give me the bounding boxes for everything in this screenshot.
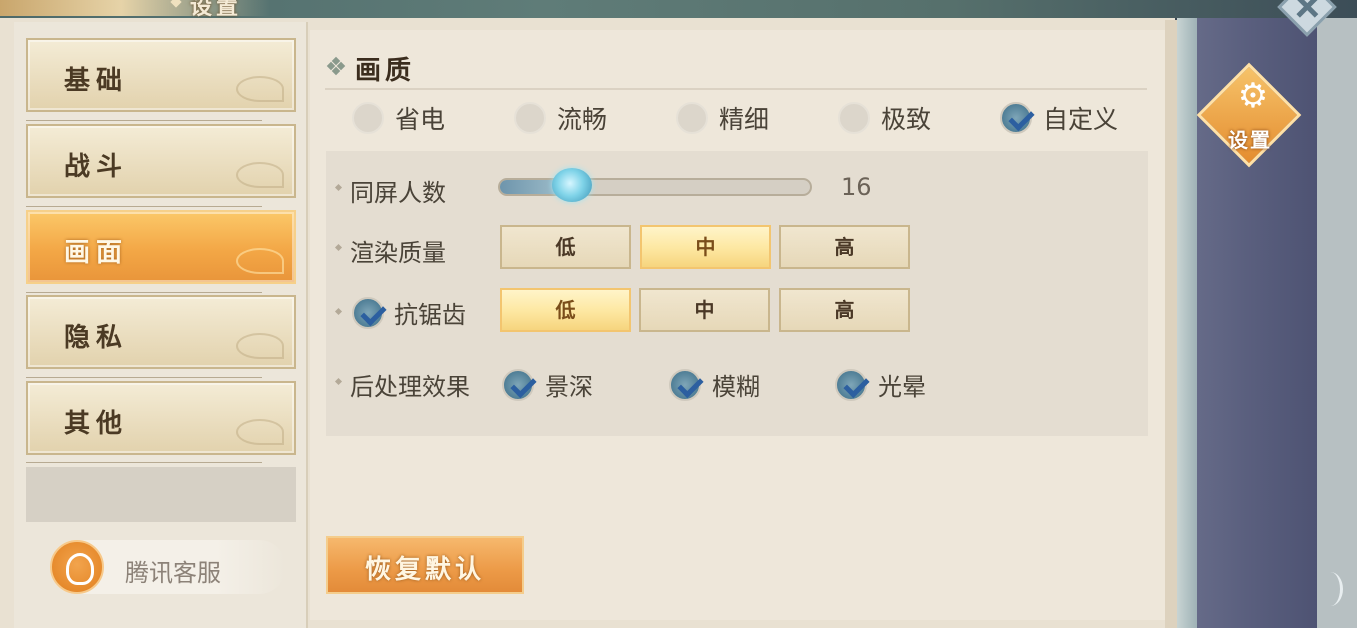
checkmark-icon	[360, 299, 387, 327]
sidebar-item-other[interactable]: 其他	[26, 381, 296, 455]
preset-label: 精细	[719, 105, 770, 134]
divider	[26, 377, 262, 378]
divider	[26, 462, 262, 463]
empty-slot	[26, 467, 296, 522]
depth-of-field-label: 景深	[545, 373, 593, 401]
content-border	[1165, 20, 1177, 628]
preset-label: 自定义	[1043, 105, 1119, 134]
cloud-swirl-icon	[236, 76, 284, 102]
antialias-medium[interactable]: 中	[639, 288, 770, 332]
sidebar: 基础 战斗 画面 隐私 其他 腾讯客服	[14, 22, 308, 628]
sidebar-item-graphics[interactable]: 画面	[26, 210, 296, 284]
reset-defaults-button[interactable]: 恢复默认	[326, 536, 524, 594]
backdrop-strip	[1317, 18, 1357, 628]
bullet-icon	[334, 183, 343, 192]
diamond-cluster-icon	[326, 56, 346, 76]
radio-icon	[352, 102, 384, 134]
bullet-icon	[334, 377, 343, 386]
custom-settings-box: 同屏人数 16 渲染质量 低 中 高 抗锯齿 低 中 高 后处理效果 景深 模糊	[326, 151, 1148, 436]
crescent-moon-icon	[1318, 572, 1343, 606]
bullet-icon	[334, 307, 343, 316]
preset-label: 极致	[881, 105, 932, 134]
radio-checked-icon	[669, 369, 704, 401]
divider	[26, 206, 262, 207]
bullet-icon	[334, 243, 343, 252]
screen-players-label: 同屏人数	[350, 179, 446, 207]
sidebar-item-label: 隐私	[64, 323, 129, 353]
settings-content: 画质 省电 流畅 精细 极致 自定义 同屏人数 16 渲染质量 低 中 高 抗锯…	[310, 30, 1165, 620]
sidebar-item-label: 其他	[64, 409, 129, 439]
post-processing-label: 后处理效果	[350, 373, 470, 401]
checkmark-icon	[510, 371, 537, 399]
sidebar-item-combat[interactable]: 战斗	[26, 124, 296, 198]
cloud-swirl-icon	[236, 419, 284, 445]
rail-edge	[1177, 18, 1197, 628]
sidebar-item-label: 战斗	[64, 152, 129, 182]
radio-icon	[676, 102, 708, 134]
screen-players-slider[interactable]	[498, 168, 812, 202]
sidebar-item-basic[interactable]: 基础	[26, 38, 296, 112]
antialias-high[interactable]: 高	[779, 288, 910, 332]
preset-label: 流畅	[557, 105, 608, 134]
antialias-label: 抗锯齿	[394, 301, 466, 329]
sidebar-item-label: 基础	[64, 66, 129, 96]
cloud-swirl-icon	[236, 333, 284, 359]
section-title: 画质	[355, 56, 416, 86]
divider	[26, 120, 262, 121]
antialias-low[interactable]: 低	[500, 288, 631, 332]
bloom-label: 光晕	[878, 373, 926, 401]
cloud-swirl-icon	[236, 162, 284, 188]
divider	[325, 88, 1147, 90]
slider-knob[interactable]	[552, 168, 592, 202]
cloud-swirl-icon	[236, 248, 284, 274]
customer-service-label: 腾讯客服	[125, 559, 221, 587]
sidebar-item-privacy[interactable]: 隐私	[26, 295, 296, 369]
sidebar-item-label: 画面	[64, 238, 129, 268]
customer-service-button[interactable]: 腾讯客服	[50, 540, 286, 594]
reset-defaults-label: 恢复默认	[364, 555, 485, 585]
checkmark-icon	[677, 371, 704, 399]
gears-icon: ⚙	[1237, 76, 1269, 116]
render-quality-medium[interactable]: 中	[640, 225, 771, 269]
render-quality-label: 渲染质量	[350, 239, 446, 267]
headset-icon	[50, 540, 104, 594]
screen-players-value: 16	[841, 173, 872, 201]
render-quality-high[interactable]: 高	[779, 225, 910, 269]
checkmark-icon	[843, 371, 870, 399]
side-tab-label: 设置	[1228, 128, 1272, 152]
radio-icon	[514, 102, 546, 134]
radio-checked-icon	[835, 369, 870, 401]
radio-checked-icon	[352, 297, 387, 329]
radio-checked-icon	[1000, 102, 1035, 134]
checkmark-icon	[1008, 104, 1035, 132]
blur-label: 模糊	[712, 373, 760, 401]
radio-icon	[838, 102, 870, 134]
divider	[26, 292, 262, 293]
radio-checked-icon	[502, 369, 537, 401]
render-quality-low[interactable]: 低	[500, 225, 631, 269]
preset-label: 省电	[395, 105, 446, 134]
